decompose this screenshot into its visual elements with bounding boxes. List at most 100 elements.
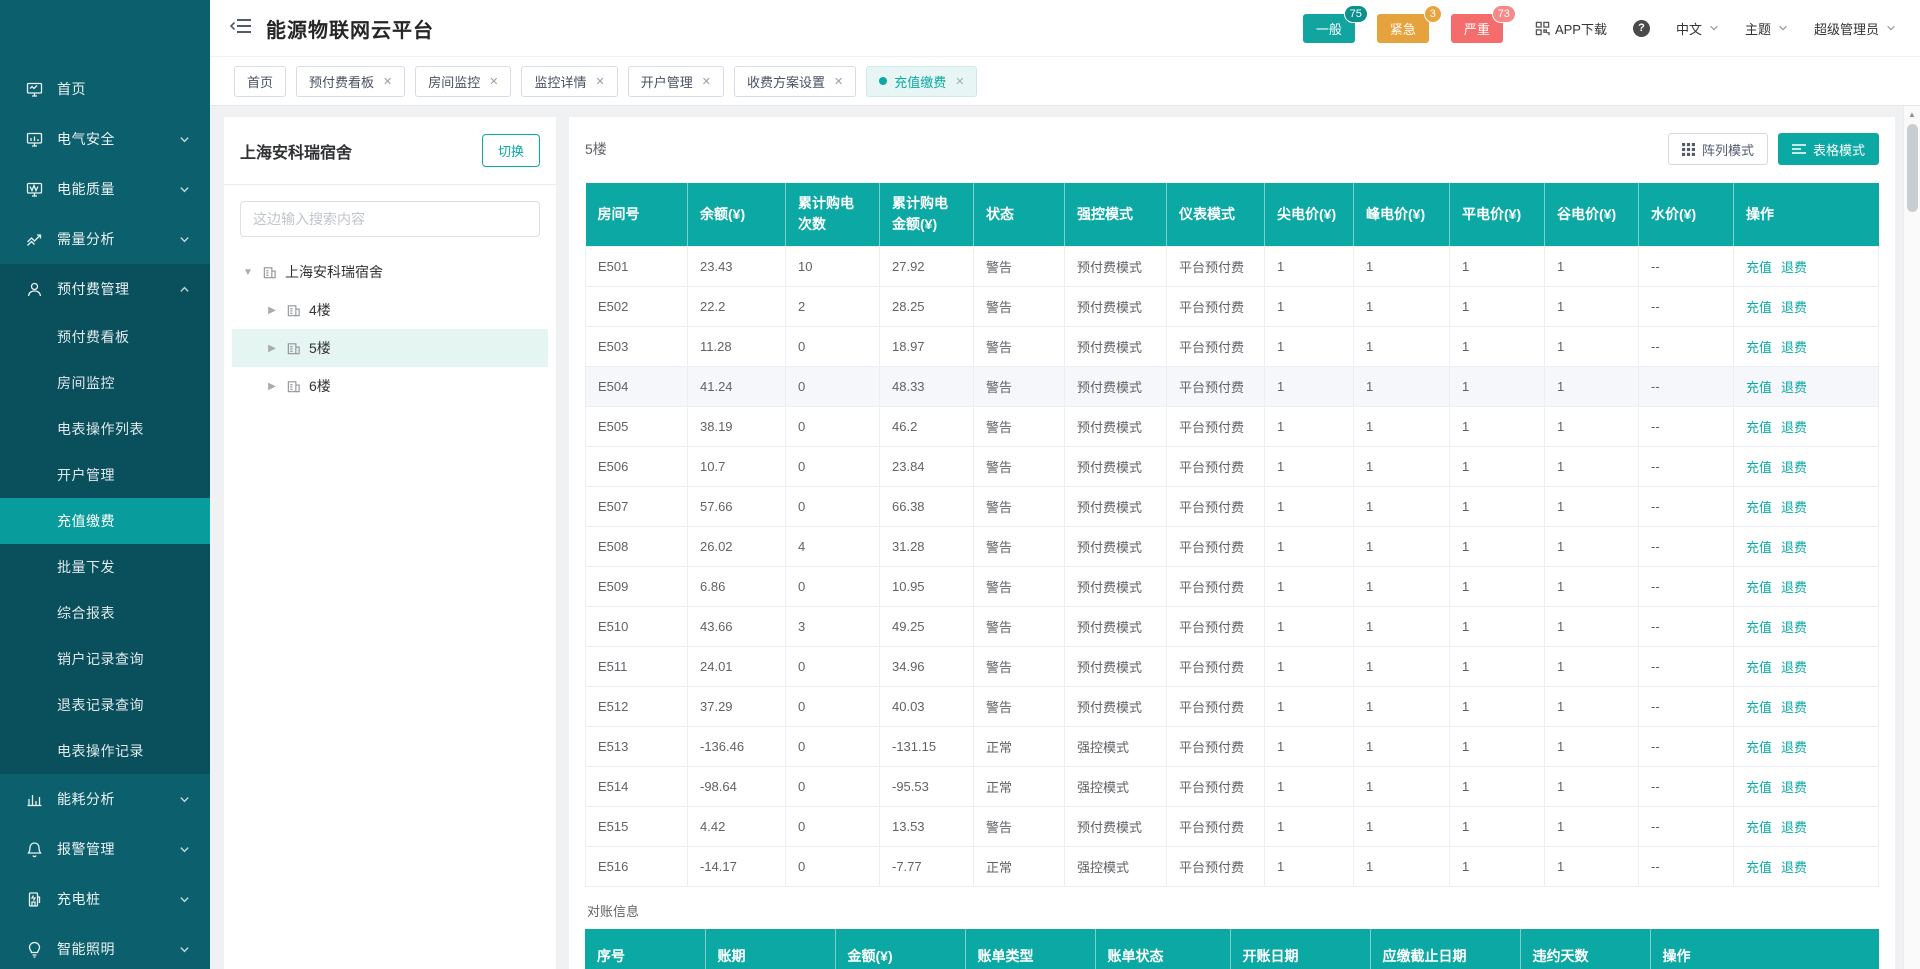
sidebar-item-6[interactable]: 报警管理 bbox=[0, 824, 210, 874]
close-icon[interactable]: ✕ bbox=[489, 75, 498, 88]
action-link-退费[interactable]: 退费 bbox=[1781, 700, 1807, 715]
action-link-充值[interactable]: 充值 bbox=[1746, 460, 1772, 475]
column-header: 金额(¥) bbox=[835, 929, 965, 969]
user-menu[interactable]: 超级管理员 bbox=[1814, 19, 1896, 38]
sidebar-subitem[interactable]: 综合报表 bbox=[0, 590, 210, 636]
action-link-充值[interactable]: 充值 bbox=[1746, 500, 1772, 515]
app-download-button[interactable]: APP下载 bbox=[1535, 19, 1607, 38]
table-cell: 警告 bbox=[974, 326, 1065, 366]
action-link-充值[interactable]: 充值 bbox=[1746, 700, 1772, 715]
sidebar-subitem[interactable]: 批量下发 bbox=[0, 544, 210, 590]
sidebar-item-7[interactable]: 充电桩 bbox=[0, 874, 210, 924]
scrollbar-thumb[interactable] bbox=[1907, 124, 1918, 212]
action-link-充值[interactable]: 充值 bbox=[1746, 540, 1772, 555]
caret-right-icon[interactable]: ▶ bbox=[266, 305, 278, 316]
action-link-退费[interactable]: 退费 bbox=[1781, 660, 1807, 675]
action-link-退费[interactable]: 退费 bbox=[1781, 740, 1807, 755]
sidebar-item-3[interactable]: 需量分析 bbox=[0, 214, 210, 264]
table-cell: -- bbox=[1639, 446, 1734, 486]
tab-监控详情[interactable]: 监控详情✕ bbox=[521, 66, 617, 97]
action-link-充值[interactable]: 充值 bbox=[1746, 340, 1772, 355]
sidebar-subitem[interactable]: 电表操作记录 bbox=[0, 728, 210, 774]
scroll-up-arrow[interactable]: ▲ bbox=[1904, 106, 1920, 122]
table-mode-button[interactable]: 表格模式 bbox=[1778, 133, 1879, 165]
collapse-menu-icon[interactable] bbox=[230, 17, 252, 40]
tab-开户管理[interactable]: 开户管理✕ bbox=[628, 66, 724, 97]
tab-收费方案设置[interactable]: 收费方案设置✕ bbox=[734, 66, 856, 97]
action-link-退费[interactable]: 退费 bbox=[1781, 340, 1807, 355]
grid-mode-button[interactable]: 阵列模式 bbox=[1668, 133, 1768, 165]
close-icon[interactable]: ✕ bbox=[702, 75, 711, 88]
action-link-退费[interactable]: 退费 bbox=[1781, 380, 1807, 395]
tree-node-5楼[interactable]: ▶5楼 bbox=[232, 329, 548, 367]
action-link-充值[interactable]: 充值 bbox=[1746, 380, 1772, 395]
sidebar-subitem[interactable]: 电表操作列表 bbox=[0, 406, 210, 452]
sidebar-item-8[interactable]: 智能照明 bbox=[0, 924, 210, 969]
action-link-退费[interactable]: 退费 bbox=[1781, 260, 1807, 275]
action-link-充值[interactable]: 充值 bbox=[1746, 780, 1772, 795]
table-cell: 1 bbox=[1545, 606, 1639, 646]
sidebar-subitem[interactable]: 开户管理 bbox=[0, 452, 210, 498]
sidebar-item-1[interactable]: 电气安全 bbox=[0, 114, 210, 164]
table-cell: 1 bbox=[1450, 726, 1545, 766]
action-link-充值[interactable]: 充值 bbox=[1746, 820, 1772, 835]
sidebar-subitem[interactable]: 预付费看板 bbox=[0, 314, 210, 360]
action-link-充值[interactable]: 充值 bbox=[1746, 300, 1772, 315]
action-link-充值[interactable]: 充值 bbox=[1746, 660, 1772, 675]
sidebar-subitem[interactable]: 销户记录查询 bbox=[0, 636, 210, 682]
alarm-badge-紧急[interactable]: 紧急3 bbox=[1377, 14, 1429, 43]
table-cell: 警告 bbox=[974, 486, 1065, 526]
switch-button[interactable]: 切换 bbox=[482, 134, 540, 167]
caret-right-icon[interactable]: ▶ bbox=[266, 381, 278, 392]
alarm-badge-一般[interactable]: 一般75 bbox=[1303, 14, 1355, 43]
tab-预付费看板[interactable]: 预付费看板✕ bbox=[296, 66, 405, 97]
sidebar-subitem[interactable]: 退表记录查询 bbox=[0, 682, 210, 728]
tab-首页[interactable]: 首页 bbox=[234, 66, 286, 97]
sidebar-item-5[interactable]: 能耗分析 bbox=[0, 774, 210, 824]
action-link-退费[interactable]: 退费 bbox=[1781, 500, 1807, 515]
close-icon[interactable]: ✕ bbox=[834, 75, 843, 88]
caret-right-icon[interactable]: ▶ bbox=[266, 343, 278, 354]
action-link-退费[interactable]: 退费 bbox=[1781, 300, 1807, 315]
action-link-退费[interactable]: 退费 bbox=[1781, 420, 1807, 435]
alarm-badge-严重[interactable]: 严重73 bbox=[1451, 14, 1503, 43]
theme-select[interactable]: 主题 bbox=[1745, 19, 1788, 38]
chevron-down-icon bbox=[179, 184, 190, 195]
tab-充值缴费[interactable]: 充值缴费✕ bbox=[866, 66, 977, 97]
action-link-退费[interactable]: 退费 bbox=[1781, 620, 1807, 635]
table-cell: 0 bbox=[786, 806, 880, 846]
table-cell: 57.66 bbox=[688, 486, 786, 526]
tree-node-root[interactable]: ▼上海安科瑞宿舍 bbox=[232, 253, 548, 291]
action-link-退费[interactable]: 退费 bbox=[1781, 820, 1807, 835]
sidebar-item-2[interactable]: 电能质量 bbox=[0, 164, 210, 214]
action-link-充值[interactable]: 充值 bbox=[1746, 740, 1772, 755]
chevron-down-icon bbox=[179, 844, 190, 855]
action-link-充值[interactable]: 充值 bbox=[1746, 420, 1772, 435]
language-select[interactable]: 中文 bbox=[1676, 19, 1719, 38]
table-cell: 1 bbox=[1354, 326, 1450, 366]
table-cell: 10.7 bbox=[688, 446, 786, 486]
vertical-scrollbar[interactable]: ▲ bbox=[1903, 106, 1920, 969]
action-link-充值[interactable]: 充值 bbox=[1746, 580, 1772, 595]
help-icon[interactable]: ? bbox=[1633, 20, 1650, 37]
caret-down-icon[interactable]: ▼ bbox=[242, 267, 254, 278]
sidebar-subitem[interactable]: 房间监控 bbox=[0, 360, 210, 406]
action-link-充值[interactable]: 充值 bbox=[1746, 260, 1772, 275]
action-link-退费[interactable]: 退费 bbox=[1781, 580, 1807, 595]
action-link-退费[interactable]: 退费 bbox=[1781, 540, 1807, 555]
action-link-退费[interactable]: 退费 bbox=[1781, 460, 1807, 475]
tree-node-6楼[interactable]: ▶6楼 bbox=[232, 367, 548, 405]
action-link-充值[interactable]: 充值 bbox=[1746, 860, 1772, 875]
tab-房间监控[interactable]: 房间监控✕ bbox=[415, 66, 511, 97]
tree-search-input[interactable] bbox=[240, 201, 540, 237]
close-icon[interactable]: ✕ bbox=[955, 75, 964, 88]
sidebar-item-4[interactable]: 预付费管理 bbox=[0, 264, 210, 314]
action-link-退费[interactable]: 退费 bbox=[1781, 780, 1807, 795]
action-link-充值[interactable]: 充值 bbox=[1746, 620, 1772, 635]
sidebar-item-0[interactable]: 首页 bbox=[0, 64, 210, 114]
close-icon[interactable]: ✕ bbox=[383, 75, 392, 88]
action-link-退费[interactable]: 退费 bbox=[1781, 860, 1807, 875]
sidebar-subitem[interactable]: 充值缴费 bbox=[0, 498, 210, 544]
tree-node-4楼[interactable]: ▶4楼 bbox=[232, 291, 548, 329]
close-icon[interactable]: ✕ bbox=[596, 75, 605, 88]
